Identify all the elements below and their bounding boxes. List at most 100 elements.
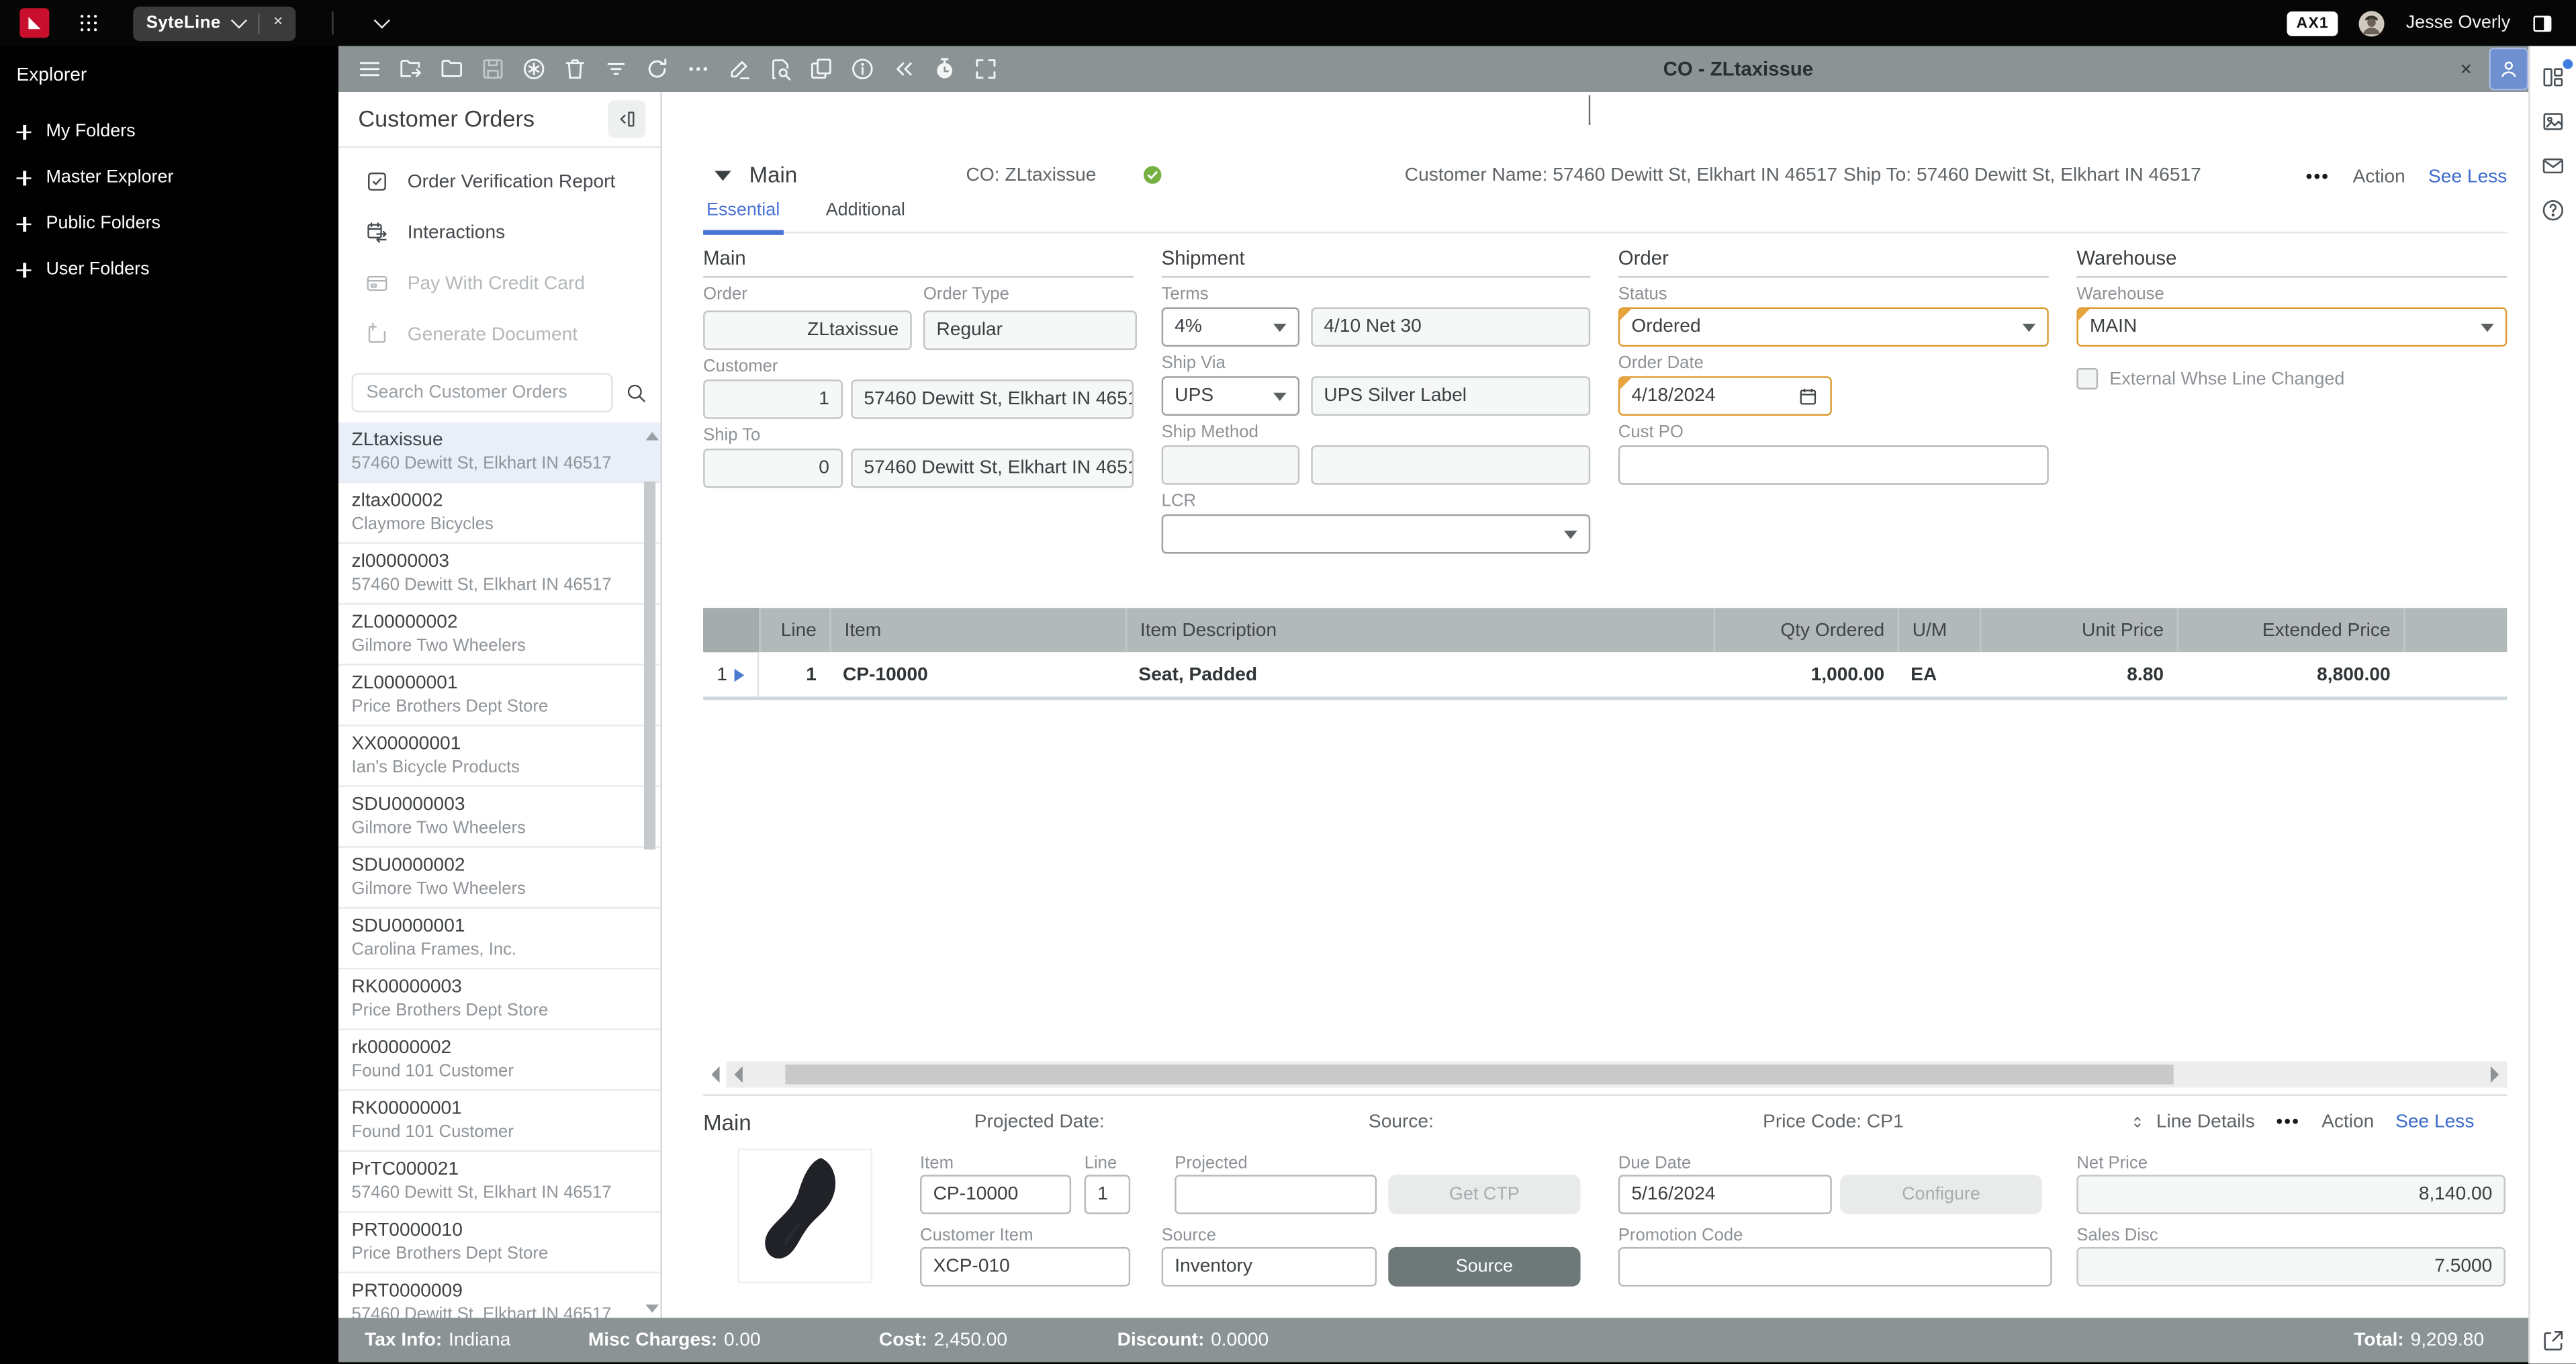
more-button[interactable] [677,49,718,89]
app-launcher-icon[interactable] [77,11,100,34]
order-list-item[interactable]: SDU0000003 Gilmore Two Wheelers [338,787,661,848]
cell-um[interactable]: EA [1898,652,1980,696]
lcr-dropdown[interactable] [1161,514,1591,554]
source-button[interactable]: Source [1388,1246,1581,1287]
save-button[interactable] [471,49,512,89]
col-um[interactable]: U/M [1897,608,1980,653]
search-icon[interactable] [625,381,647,404]
image-icon[interactable] [2540,108,2566,134]
order-date-field[interactable]: 4/18/2024 [1618,376,1832,416]
copy-button[interactable] [800,49,841,89]
order-list-item[interactable]: zltax00002 Claymore Bicycles [338,483,661,544]
product-tab[interactable]: SyteLine × [133,5,296,40]
warehouse-dropdown[interactable]: MAIN [2076,307,2508,347]
close-tab-icon[interactable]: × [273,14,283,31]
scroll-left-icon[interactable] [734,1066,743,1083]
see-less-link[interactable]: See Less [2428,168,2507,187]
scroll-up-icon[interactable] [645,432,659,441]
calendar-icon[interactable] [1797,385,1819,407]
find-button[interactable] [759,49,800,89]
line-more-actions-icon[interactable]: ••• [2276,1112,2301,1132]
configure-button[interactable]: Configure [1840,1175,2042,1214]
action-interactions[interactable]: Interactions [338,207,661,258]
order-list-item[interactable]: RK00000001 Found 101 Customer [338,1091,661,1152]
table-row[interactable]: 1 1 CP-10000 Seat, Padded 1,000.00 EA 8.… [703,652,2508,700]
sidebar-item-user-folders[interactable]: User Folders [0,246,338,293]
menu-button[interactable] [349,49,389,89]
order-list-item[interactable]: ZL00000002 Gilmore Two Wheelers [338,604,661,666]
customer-number-field[interactable]: 1 [703,379,843,419]
refresh-button[interactable] [636,49,677,89]
line-action-menu[interactable]: Action [2321,1112,2374,1132]
sales-disc-field[interactable]: 7.5000 [2076,1246,2505,1287]
order-list-item[interactable]: zl00000003 57460 Dewitt St, Elkhart IN 4… [338,544,661,605]
order-list-item[interactable]: rk00000002 Found 101 Customer [338,1030,661,1091]
col-item[interactable]: Item [829,608,1125,653]
expand-button[interactable] [964,49,1005,89]
user-name[interactable]: Jesse Overly [2406,13,2511,33]
projected-field[interactable] [1175,1175,1377,1214]
action-menu[interactable]: Action [2353,168,2405,187]
panel-toggle-icon[interactable] [2530,11,2555,36]
customer-item-field[interactable]: XCP-010 [920,1246,1131,1287]
scrollbar-thumb[interactable] [785,1064,2174,1085]
col-line[interactable]: Line [759,608,829,653]
source-field[interactable]: Inventory [1161,1246,1377,1287]
avatar[interactable] [2358,9,2387,37]
new-button[interactable] [512,49,553,89]
filter-button[interactable] [595,49,636,89]
environment-badge[interactable]: AX1 [2286,10,2339,36]
terms-dropdown[interactable]: 4% [1161,307,1299,347]
line-field[interactable]: 1 [1084,1175,1131,1214]
cell-qty-ordered[interactable]: 1,000.00 [1714,652,1898,696]
new-tab-chevron-icon[interactable] [374,12,391,29]
delete-button[interactable] [553,49,594,89]
status-dropdown[interactable]: Ordered [1618,307,2049,347]
grid-corner[interactable] [703,608,760,653]
ship-via-dropdown[interactable]: UPS [1161,376,1299,416]
collapse-header-chevron-icon[interactable] [1588,95,1590,125]
close-window-icon[interactable]: × [2448,46,2484,93]
info-button[interactable] [841,49,882,89]
order-list-item[interactable]: XX00000001 Ian's Bicycle Products [338,726,661,787]
ship-method-description-field[interactable] [1310,445,1591,485]
order-list-item[interactable]: PRT0000010 Price Brothers Dept Store [338,1213,661,1274]
due-date-field[interactable]: 5/16/2024 [1618,1175,1832,1214]
more-actions-icon[interactable]: ••• [2306,168,2330,187]
collapse-panel-icon[interactable] [608,100,646,138]
line-details-button[interactable]: Line Details [2128,1112,2255,1132]
expand-plus-icon[interactable] [16,170,32,185]
order-type-field[interactable]: Regular [923,310,1137,351]
scrollbar-thumb[interactable] [644,481,656,850]
tab-essential[interactable]: Essential [703,197,784,235]
order-list-item[interactable]: PrTC000021 57460 Dewitt St, Elkhart IN 4… [338,1152,661,1213]
user-panel-button[interactable] [2489,47,2529,91]
collapse-toolbar-button[interactable] [882,49,923,89]
cust-po-field[interactable] [1618,445,2049,485]
net-price-field[interactable]: 8,140.00 [2076,1175,2505,1214]
col-unit-price[interactable]: Unit Price [1980,608,2177,653]
order-list-item[interactable]: ZL00000001 Price Brothers Dept Store [338,666,661,727]
tab-additional[interactable]: Additional [823,197,909,230]
cell-item[interactable]: CP-10000 [829,652,1125,696]
customer-address-field[interactable]: 57460 Dewitt St, Elkhart IN 46517 [850,379,1134,419]
scroll-left-icon[interactable] [710,1066,719,1083]
chevron-down-icon[interactable] [231,12,248,29]
promotion-code-field[interactable] [1618,1246,2052,1287]
search-input[interactable] [353,383,612,403]
cell-extended-price[interactable]: 8,800.00 [2177,652,2404,696]
get-ctp-button[interactable]: Get CTP [1388,1175,1581,1214]
scroll-down-icon[interactable] [645,1304,659,1313]
edit-button[interactable] [718,49,759,89]
ship-via-description-field[interactable]: UPS Silver Label [1310,376,1591,416]
ship-to-number-field[interactable]: 0 [703,448,843,488]
order-list-item-zltaxissue[interactable]: ZLtaxissue 57460 Dewitt St, Elkhart IN 4… [338,422,661,484]
open-button[interactable] [389,49,430,89]
terms-description-field[interactable]: 4/10 Net 30 [1310,307,1591,347]
horizontal-scrollbar[interactable] [703,1061,2508,1088]
expand-plus-icon[interactable] [16,262,32,277]
help-icon[interactable] [2540,197,2566,224]
cell-unit-price[interactable]: 8.80 [1980,652,2177,696]
line-see-less-link[interactable]: See Less [2395,1112,2474,1132]
order-list-item[interactable]: PRT0000009 57460 Dewitt St, Elkhart IN 4… [338,1273,661,1319]
